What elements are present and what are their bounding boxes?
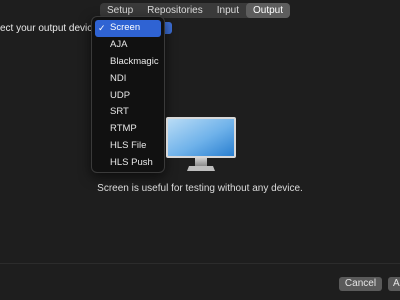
menu-item-label: AJA	[110, 38, 128, 50]
menu-item-hls-file[interactable]: HLS File	[95, 138, 161, 155]
menu-item-ndi[interactable]: NDI	[95, 71, 161, 88]
menu-item-srt[interactable]: SRT	[95, 104, 161, 121]
menu-item-rtmp[interactable]: RTMP	[95, 121, 161, 138]
output-device-menu: ✓ Screen AJA Blackmagic NDI UDP SRT RTMP…	[91, 16, 165, 173]
output-helper-text: Screen is useful for testing without any…	[97, 183, 303, 194]
menu-item-label: UDP	[110, 89, 131, 101]
next-button[interactable]: A	[388, 277, 400, 291]
tab-input[interactable]: Input	[210, 3, 246, 18]
menu-item-label: Blackmagic	[110, 55, 159, 67]
menu-item-hls-push[interactable]: HLS Push	[95, 155, 161, 172]
tab-output[interactable]: Output	[245, 3, 291, 18]
cancel-button[interactable]: Cancel	[339, 277, 382, 291]
menu-item-label: RTMP	[110, 123, 137, 135]
menu-item-label: NDI	[110, 72, 127, 84]
menu-item-label: HLS Push	[110, 157, 153, 169]
menu-item-aja[interactable]: AJA	[95, 37, 161, 54]
menu-item-label: Screen	[110, 22, 141, 33]
menu-item-screen[interactable]: ✓ Screen	[95, 20, 161, 37]
menu-item-label: HLS File	[110, 140, 147, 152]
footer-divider	[0, 263, 400, 264]
output-device-select[interactable]	[164, 22, 172, 34]
output-device-prompt: ect your output devic	[0, 23, 93, 34]
menu-item-blackmagic[interactable]: Blackmagic	[95, 54, 161, 71]
menu-item-label: SRT	[110, 106, 129, 118]
checkmark-icon: ✓	[98, 23, 106, 33]
monitor-icon	[166, 117, 236, 171]
menu-item-udp[interactable]: UDP	[95, 88, 161, 105]
